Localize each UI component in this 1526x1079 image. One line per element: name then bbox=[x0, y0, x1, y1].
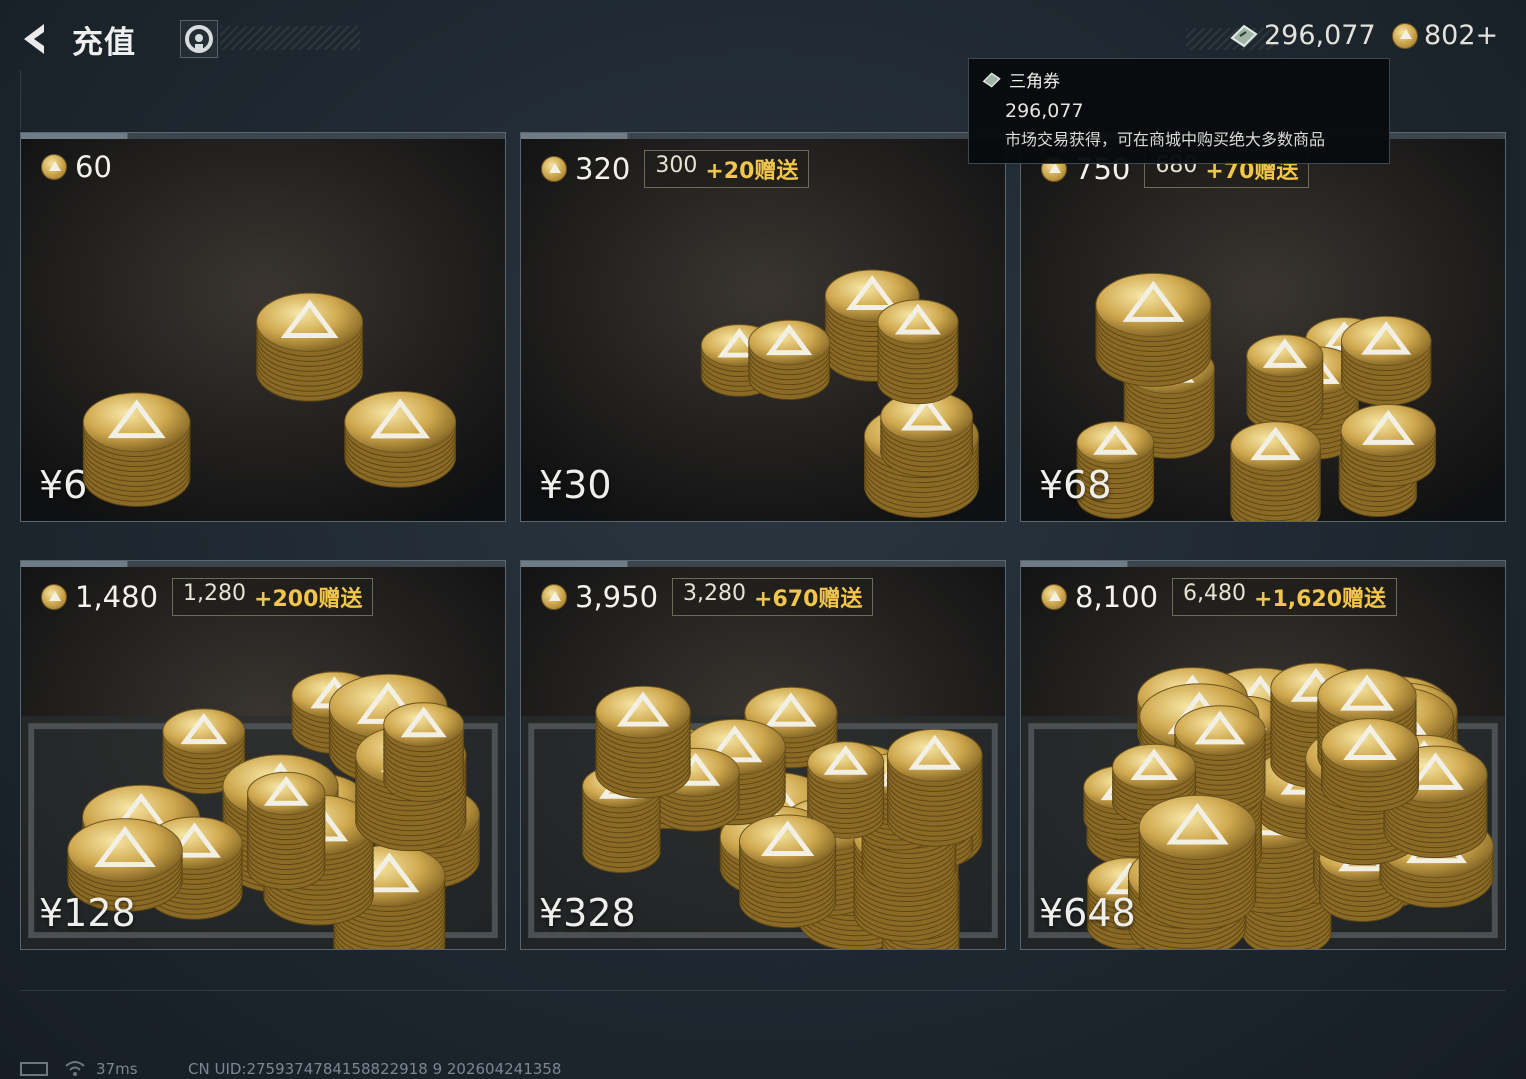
package-amount: 3,950 bbox=[575, 580, 659, 614]
package-price: ¥30 bbox=[539, 463, 612, 507]
package-price: ¥328 bbox=[539, 891, 636, 935]
package-price: ¥648 bbox=[1039, 891, 1136, 935]
package-card[interactable]: 320 300 +20赠送 ¥30 bbox=[520, 132, 1006, 522]
ticket-amount: 296,077 bbox=[1264, 20, 1376, 51]
bonus-extra: +20赠送 bbox=[705, 159, 799, 184]
package-amount: 8,100 bbox=[1075, 580, 1159, 614]
support-icon bbox=[185, 25, 213, 53]
chevron-left-icon bbox=[24, 24, 44, 54]
coin-icon bbox=[41, 584, 67, 610]
currency-tooltip: 三角券 296,077 市场交易获得，可在商城中购买绝大多数商品 bbox=[968, 58, 1390, 164]
package-card[interactable]: 1,480 1,280 +200赠送 ¥128 bbox=[20, 560, 506, 950]
package-amount-row: 3,950 3,280 +670赠送 bbox=[541, 578, 874, 616]
package-amount-row: 8,100 6,480 +1,620赠送 bbox=[1041, 578, 1398, 616]
package-card[interactable]: 3,950 3,280 +670赠送 ¥328 bbox=[520, 560, 1006, 950]
status-bar: 37ms CN UID:2759374784158822918 9 202604… bbox=[0, 1058, 1526, 1079]
package-amount-row: 60 bbox=[41, 150, 112, 184]
tooltip-amount: 296,077 bbox=[1005, 100, 1084, 122]
package-amount: 1,480 bbox=[75, 580, 159, 614]
uid-text: CN UID:2759374784158822918 9 20260424135… bbox=[188, 1060, 562, 1078]
ticket-icon bbox=[1230, 24, 1258, 47]
package-amount: 320 bbox=[575, 152, 631, 186]
bonus-base: 6,480 bbox=[1183, 581, 1247, 606]
package-card[interactable]: 8,100 6,480 +1,620赠送 ¥648 bbox=[1020, 560, 1506, 950]
coin-icon bbox=[541, 584, 567, 610]
ticket-icon bbox=[982, 71, 1001, 88]
coin-icon bbox=[541, 156, 567, 182]
bonus-tag: 3,280 +670赠送 bbox=[672, 578, 874, 616]
coin-icon bbox=[41, 154, 67, 180]
package-card[interactable]: 750 680 +70赠送 ¥68 bbox=[1020, 132, 1506, 522]
bonus-extra: +670赠送 bbox=[754, 587, 863, 612]
package-amount-row: 1,480 1,280 +200赠送 bbox=[41, 578, 374, 616]
tooltip-title: 三角券 bbox=[1009, 72, 1060, 92]
coin-amount: 802+ bbox=[1424, 20, 1499, 51]
battery-icon bbox=[20, 1062, 48, 1076]
back-button[interactable] bbox=[18, 20, 54, 58]
wifi-icon bbox=[64, 1058, 86, 1079]
service-button[interactable] bbox=[180, 20, 218, 58]
page-title: 充值 bbox=[72, 25, 136, 61]
package-amount-row: 320 300 +20赠送 bbox=[541, 150, 810, 188]
bonus-tag: 1,280 +200赠送 bbox=[172, 578, 374, 616]
bonus-base: 3,280 bbox=[683, 581, 747, 606]
ticket-balance[interactable]: 296,077 bbox=[1228, 20, 1376, 51]
package-price: ¥128 bbox=[39, 891, 136, 935]
coin-icon bbox=[1041, 584, 1067, 610]
bonus-extra: +200赠送 bbox=[254, 587, 363, 612]
bonus-base: 1,280 bbox=[183, 581, 247, 606]
bonus-base: 300 bbox=[655, 153, 698, 178]
coin-artwork bbox=[21, 139, 505, 521]
package-price: ¥68 bbox=[1039, 463, 1112, 507]
package-card[interactable]: 60 ¥6 bbox=[20, 132, 506, 522]
coin-icon bbox=[1392, 22, 1418, 49]
bonus-tag: 300 +20赠送 bbox=[644, 150, 810, 188]
package-price: ¥6 bbox=[39, 463, 88, 507]
bonus-extra: +1,620赠送 bbox=[1254, 587, 1387, 612]
ping-text: 37ms bbox=[96, 1060, 138, 1078]
bonus-tag: 6,480 +1,620赠送 bbox=[1172, 578, 1398, 616]
tooltip-description: 市场交易获得，可在商城中购买绝大多数商品 bbox=[1005, 130, 1326, 149]
package-amount: 60 bbox=[75, 150, 112, 184]
decorative-line bbox=[20, 70, 21, 130]
decorative-line bbox=[20, 990, 1506, 991]
coin-balance[interactable]: 802+ bbox=[1392, 20, 1498, 51]
decorative-hatch bbox=[220, 26, 360, 50]
